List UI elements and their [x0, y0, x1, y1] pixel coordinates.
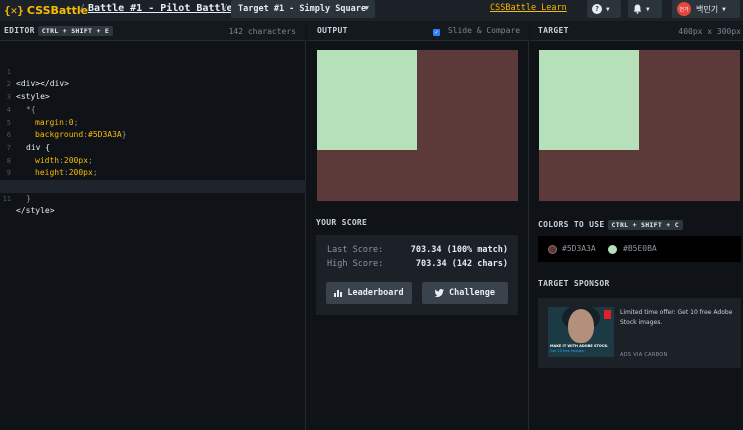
editor-header: EDITOR CTRL + SHIFT + E 142 characters — [0, 21, 306, 41]
colors-title: COLORS TO USE CTRL + SHIFT + C — [538, 220, 683, 230]
user-menu-button[interactable]: 먼가 백민기 ▼ — [672, 0, 740, 18]
output-header: OUTPUT ✓ Slide & Compare — [307, 21, 529, 41]
checkbox-icon[interactable]: ✓ — [433, 29, 440, 36]
logo-mark-icon: {✕} — [4, 3, 24, 17]
notifications-button[interactable]: ▼ — [628, 0, 662, 18]
high-score-value: 703.34 (142 chars) — [415, 259, 508, 269]
colors-panel: #5D3A3A #B5E0BA — [538, 236, 741, 262]
slide-compare-label: Slide & Compare — [447, 26, 521, 35]
bar-chart-icon — [334, 290, 343, 297]
chevron-down-icon: ▼ — [646, 5, 650, 13]
breadcrumb-separator: / — [79, 3, 86, 14]
output-square — [317, 50, 417, 150]
color-hex[interactable]: #B5E0BA — [623, 244, 657, 253]
chevron-down-icon: ▼ — [364, 4, 369, 12]
code-line: 6 div { — [0, 117, 306, 152]
code-line: 1 <div></div> — [0, 53, 306, 89]
chevron-down-icon: ▼ — [722, 5, 726, 13]
code-line: 4 margin:0; — [0, 91, 306, 127]
code-editor[interactable]: 1 <div></div> 2 <style> 3 *{ 4 margin:0;… — [0, 41, 306, 430]
ad-text[interactable]: Limited time offer: Get 10 free Adobe St… — [620, 308, 735, 328]
score-title: YOUR SCORE — [316, 218, 368, 227]
avatar: 먼가 — [677, 2, 691, 16]
breadcrumb-separator: / — [222, 3, 229, 14]
challenge-button[interactable]: Challenge — [422, 282, 508, 304]
target-size: 400px x 300px — [678, 27, 741, 36]
code-line: 9 background:#B5E0BA; — [0, 155, 306, 190]
editor-title: EDITOR CTRL + SHIFT + E — [4, 26, 114, 36]
code-text: } — [26, 193, 31, 203]
code-line: 5 background:#5D3A3A} — [0, 104, 306, 140]
chevron-down-icon: ▼ — [606, 5, 610, 13]
bell-icon — [633, 4, 642, 14]
code-line: 2 <style> — [0, 66, 306, 101]
battle-link[interactable]: Battle #1 - Pilot Battle — [88, 3, 233, 14]
leaderboard-button[interactable]: Leaderboard — [326, 282, 412, 304]
ad-caption: MAKE IT WITH ADOBE STOCK. Get 10 free im… — [550, 344, 609, 353]
last-score-row: Last Score: 703.34 (100% match) — [327, 245, 508, 255]
color-swatch[interactable] — [608, 245, 617, 254]
last-score-value: 703.34 (100% match) — [410, 245, 508, 255]
code-text: </style> — [16, 206, 55, 216]
help-button[interactable]: ? ▼ — [587, 0, 621, 18]
high-score-label: High Score: — [327, 259, 384, 269]
color-swatch[interactable] — [548, 245, 557, 254]
sponsor-title: TARGET SPONSOR — [538, 279, 610, 288]
help-icon: ? — [592, 4, 602, 14]
high-score-row: High Score: 703.34 (142 chars) — [327, 259, 508, 269]
ad-via-carbon[interactable]: ADS VIA CARBON — [620, 352, 668, 358]
top-navbar: {✕} CSSBattle / Battle #1 - Pilot Battle… — [0, 0, 743, 21]
target-header: TARGET 400px x 300px — [530, 21, 743, 41]
target-title: TARGET — [538, 26, 569, 35]
target-canvas — [539, 50, 740, 201]
challenge-label: Challenge — [448, 288, 496, 298]
ad-image[interactable]: MAKE IT WITH ADOBE STOCK. Get 10 free im… — [548, 307, 614, 357]
char-count: 142 characters — [228, 27, 296, 36]
learn-link[interactable]: CSSBattle Learn — [490, 3, 567, 13]
editor-shortcut: CTRL + SHIFT + E — [37, 26, 114, 36]
score-panel: Last Score: 703.34 (100% match) High Sco… — [316, 235, 518, 315]
target-select-label: Target #1 - Simply Square — [238, 4, 366, 14]
code-line: 8 height:200px; — [0, 142, 306, 178]
target-square — [539, 50, 639, 150]
color-hex[interactable]: #5D3A3A — [562, 244, 596, 253]
line-number: 11 — [2, 194, 11, 203]
colors-shortcut: CTRL + SHIFT + C — [607, 220, 683, 230]
target-select-dropdown[interactable]: Target #1 - Simply Square ▼ — [231, 0, 375, 18]
sponsor-ad[interactable]: MAKE IT WITH ADOBE STOCK. Get 10 free im… — [538, 298, 741, 368]
output-canvas[interactable] — [317, 50, 518, 201]
username: 백민기 — [696, 4, 719, 14]
code-line: 7 width:200px; — [0, 129, 306, 165]
code-line: 10 } — [0, 167, 306, 203]
output-title: OUTPUT — [317, 26, 348, 35]
adobe-logo-icon — [604, 310, 611, 319]
leaderboard-label: Leaderboard — [347, 288, 404, 298]
twitter-icon — [434, 289, 444, 297]
code-line: 3 *{ — [0, 78, 306, 114]
slide-compare-toggle[interactable]: ✓ Slide & Compare — [433, 26, 520, 36]
last-score-label: Last Score: — [327, 245, 384, 255]
code-line-active: 11 </style> — [0, 180, 306, 215]
cssbattle-logo[interactable]: {✕} CSSBattle — [4, 3, 88, 17]
